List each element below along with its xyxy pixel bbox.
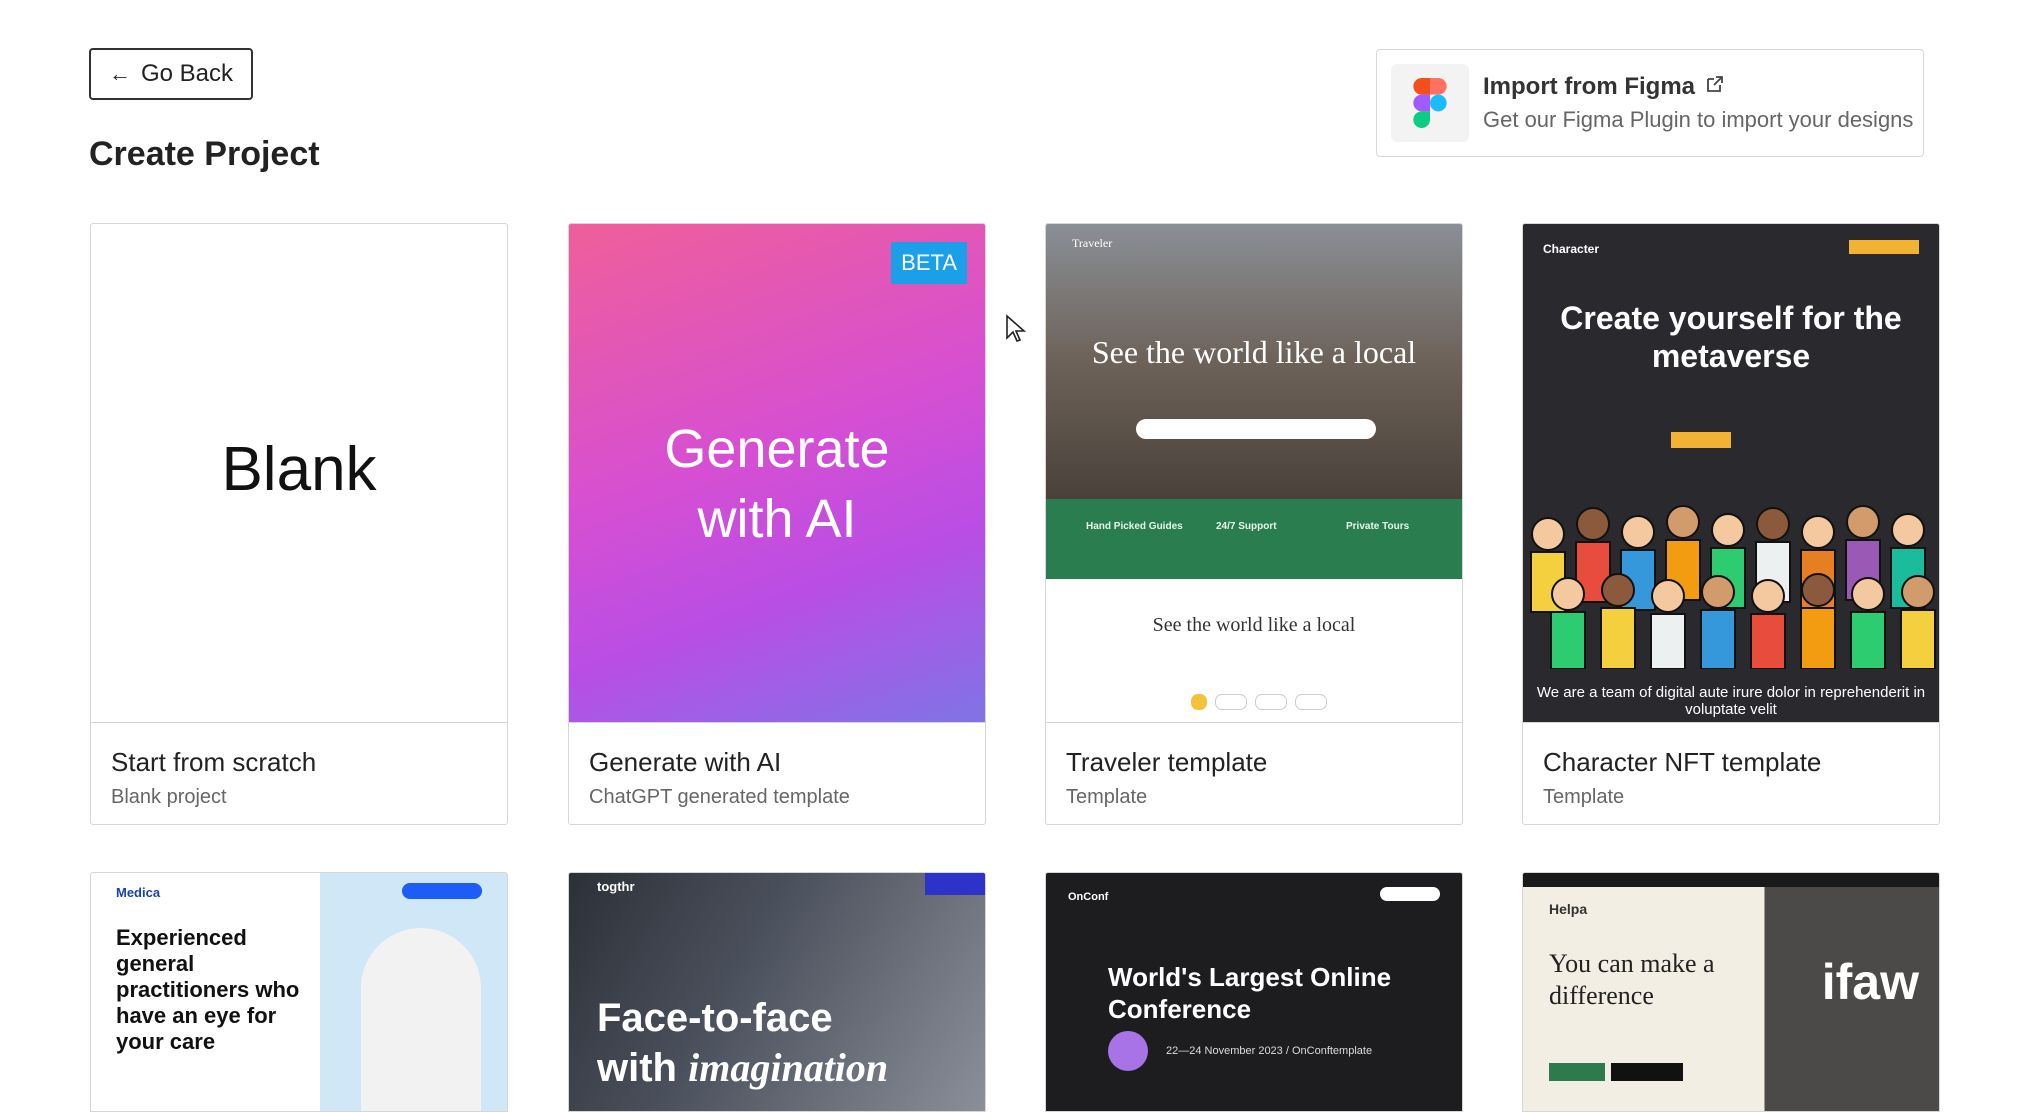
ai-thumbnail-text: Generate with AI [664,419,890,549]
traveler-thumbnail: Traveler See the world like a local Hand… [1046,224,1462,722]
traveler-brand: Traveler [1072,236,1113,250]
card-title: Generate with AI [589,747,782,777]
page-title: Create Project [89,135,320,173]
helpa-image-text: ifaw [1821,954,1919,1010]
togthr-headline: Face-to-face with imagination [597,993,888,1093]
nft-cta [1849,240,1919,254]
figma-logo-icon [1391,64,1469,142]
blank-thumbnail: Blank [91,224,507,722]
helpa-brand: Helpa [1549,901,1588,917]
card-subtitle: ChatGPT generated template [589,786,850,808]
external-link-icon [1705,73,1725,101]
figma-subtitle: Get our Figma Plugin to import your desi… [1483,107,1914,132]
traveler-feature: Hand Picked Guides [1086,521,1183,532]
figma-title: Import from Figma [1483,73,1696,100]
traveler-search-bar [1136,419,1376,439]
arrow-left-icon: ← [108,61,131,86]
traveler-hero-image: Traveler See the world like a local [1046,224,1462,499]
nft-headline: Create yourself for the metaverse [1560,300,1902,374]
nft-crowd-illustration [1530,505,1936,669]
onconf-cta [1380,887,1440,901]
onconf-headline: World's Largest Online Conference [1108,962,1392,1024]
traveler-features-band: Hand Picked Guides 24/7 Support Private … [1046,499,1462,579]
card-title: Start from scratch [111,747,317,777]
helpa-button-secondary [1611,1063,1683,1081]
card-start-from-scratch[interactable]: Blank Start from scratch Blank project [90,223,508,825]
ai-thumbnail: BETA Generate with AI [569,224,985,722]
traveler-feature: 24/7 Support [1216,521,1277,532]
traveler-feature: Private Tours [1346,521,1410,532]
togthr-headline-with: with [597,1046,677,1090]
card-onconf-template[interactable]: OnConf World's Largest Online Conference… [1045,872,1463,1112]
card-generate-with-ai[interactable]: BETA Generate with AI Generate with AI C… [568,223,986,825]
togthr-brand: togthr [597,879,635,894]
card-title: Traveler template [1066,747,1268,777]
blank-thumbnail-text: Blank [221,435,377,504]
medica-brand: Medica [116,885,161,900]
traveler-sub-headline: See the world like a local [1152,614,1356,636]
card-medica-template[interactable]: Medica Experienced general practitioners… [90,872,508,1112]
doctor-image [361,928,481,1111]
onconf-date: 22—24 November 2023 / OnConftemplate [1166,1045,1373,1057]
card-subtitle: Template [1066,786,1148,808]
card-togthr-template[interactable]: togthr Face-to-face with imagination [568,872,986,1112]
helpa-top-bar [1523,873,1939,887]
helpa-button [1549,1063,1605,1081]
card-helpa-template[interactable]: Helpa You can make a difference ifaw [1522,872,1940,1112]
nft-button [1671,432,1731,448]
card-character-nft-template[interactable]: Character Create yourself for the metave… [1522,223,1940,825]
card-subtitle: Template [1543,786,1625,808]
medica-cta [402,883,482,899]
nft-thumbnail: Character Create yourself for the metave… [1523,224,1939,722]
card-subtitle: Blank project [111,786,227,808]
togthr-headline-imagination: imagination [688,1045,889,1090]
onconf-speaker-avatar [1108,1031,1148,1071]
import-from-figma-button[interactable]: Import from Figma Get our Figma Plugin t… [1376,49,1924,157]
beta-badge: BETA [891,242,967,284]
card-title: Character NFT template [1543,747,1822,777]
mouse-pointer-icon [1006,314,1027,342]
togthr-headline-line1: Face-to-face [597,996,833,1040]
card-traveler-template[interactable]: Traveler See the world like a local Hand… [1045,223,1463,825]
helpa-headline: You can make a difference [1549,949,1715,1010]
traveler-filter-pills [1191,694,1327,710]
medica-headline: Experienced general practitioners who ha… [116,925,300,1054]
go-back-label: Go Back [140,60,234,87]
nft-footer-text: We are a team of digital aute irure dolo… [1536,684,1926,718]
go-back-button[interactable]: ← Go Back [89,48,253,100]
onconf-brand: OnConf [1068,891,1109,903]
togthr-cta [925,873,985,895]
traveler-headline: See the world like a local [1091,334,1417,370]
nft-brand: Character [1543,242,1600,256]
